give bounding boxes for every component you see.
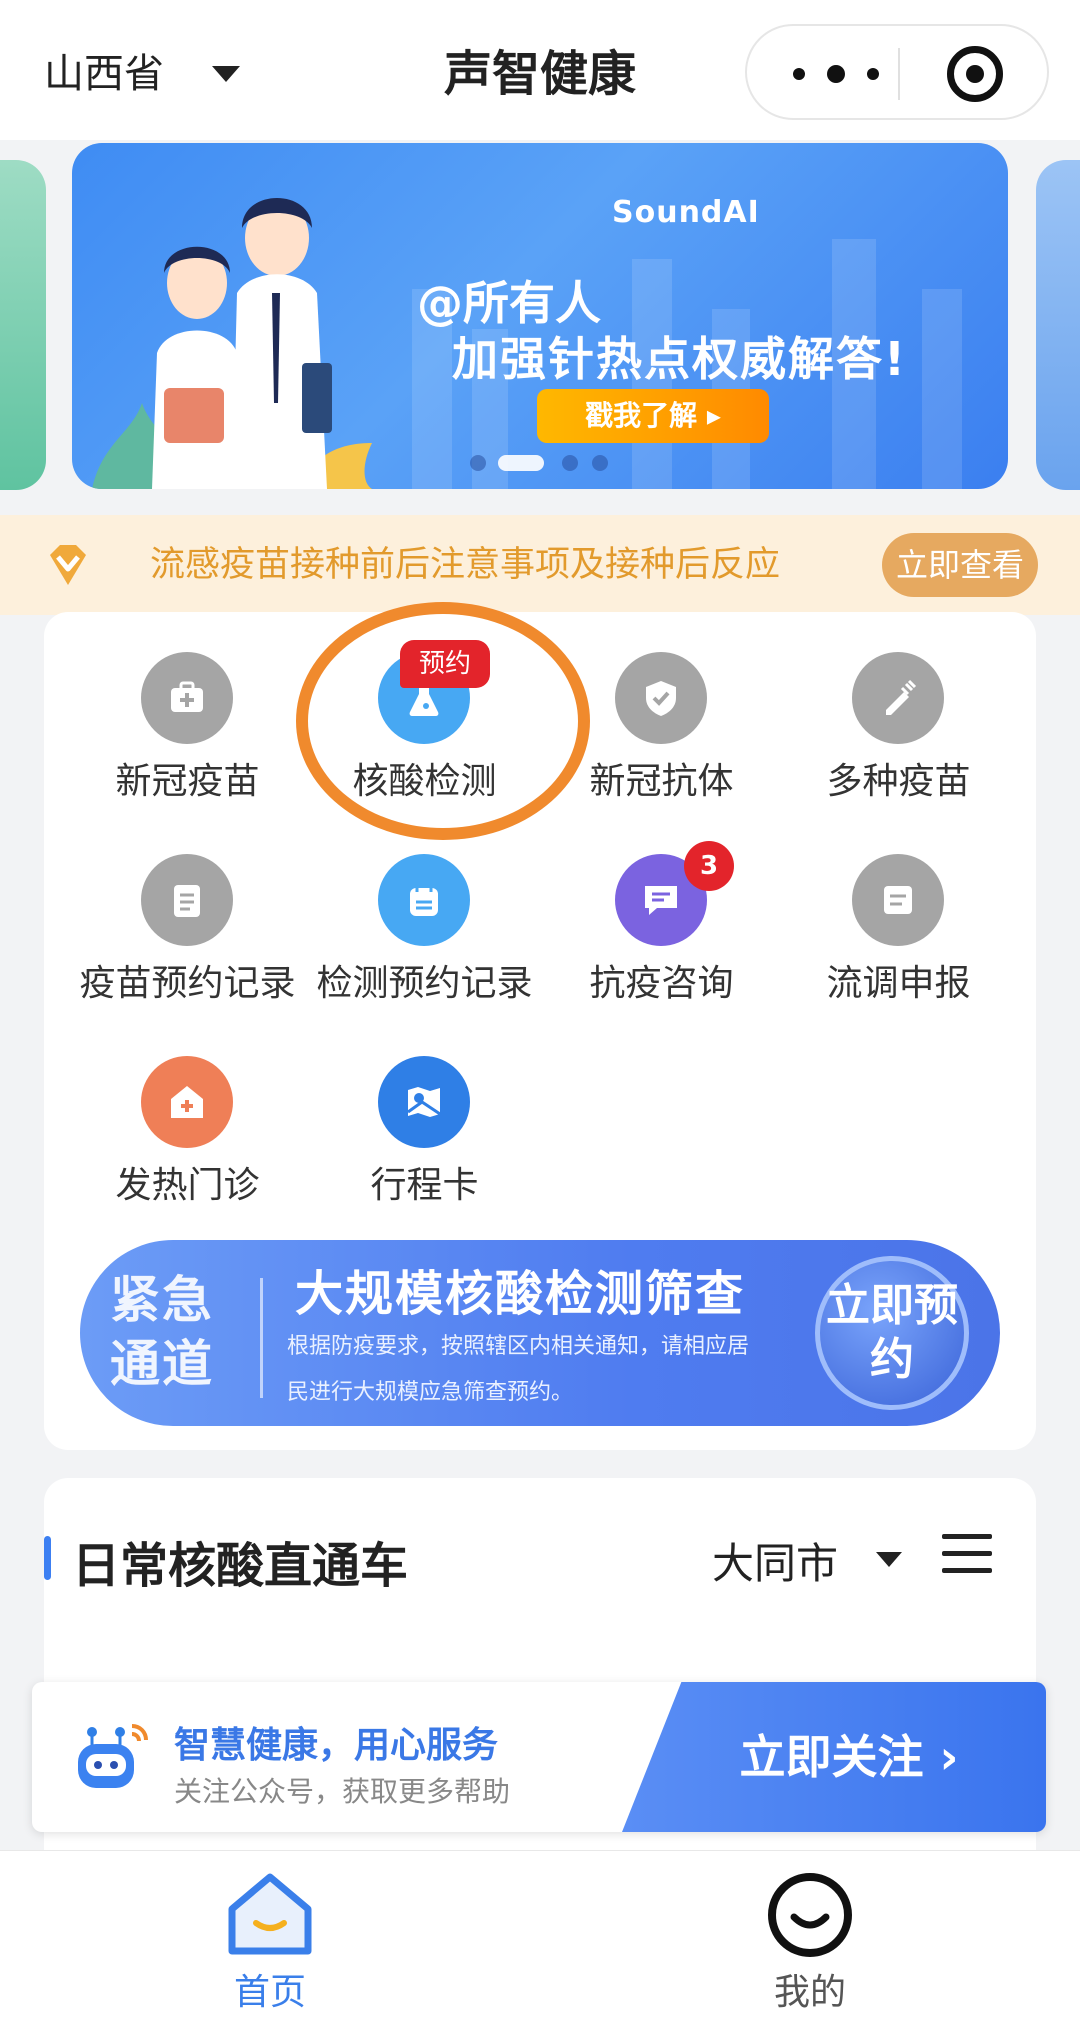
service-label: 新冠抗体 xyxy=(589,761,734,802)
clipboard-icon xyxy=(141,854,233,946)
service-label: 行程卡 xyxy=(370,1165,479,1206)
service-label: 检测预约记录 xyxy=(316,963,533,1004)
home-icon xyxy=(228,1873,312,1955)
follow-now-button[interactable]: 立即关注 › xyxy=(622,1682,1046,1832)
service-nucleic-test[interactable]: 核酸检测 xyxy=(306,612,543,802)
notice-text: 流感疫苗接种前后注意事项及接种后反应 xyxy=(150,545,781,585)
section-accent-bar xyxy=(44,1536,51,1580)
carousel-dot[interactable] xyxy=(562,455,578,471)
carousel-dot-active[interactable] xyxy=(498,455,544,471)
robot-mascot-icon xyxy=(78,1724,148,1788)
calendar-icon xyxy=(378,854,470,946)
menu-line xyxy=(942,1568,992,1573)
section-title: 日常核酸直通车 xyxy=(72,1538,409,1594)
syringe-icon xyxy=(852,652,944,744)
service-fever-clinic[interactable]: 发热门诊 xyxy=(69,1016,306,1206)
tab-home[interactable]: 首页 xyxy=(0,1851,540,2026)
banner-decor-bar xyxy=(922,289,962,489)
more-dot xyxy=(827,65,845,83)
more-dot xyxy=(867,68,879,80)
tab-mine[interactable]: 我的 xyxy=(540,1851,1080,2026)
divider xyxy=(260,1278,263,1398)
service-other-vaccines[interactable]: 多种疫苗 xyxy=(780,612,1017,802)
medical-kit-icon xyxy=(141,652,233,744)
list-menu-icon[interactable] xyxy=(942,1534,992,1574)
service-epi-report[interactable]: 流调申报 xyxy=(780,814,1017,1004)
bottom-tab-bar: 首页 我的 xyxy=(0,1850,1080,2026)
capsule-divider xyxy=(898,48,900,100)
tab-label: 我的 xyxy=(773,1972,846,2013)
service-travel-card[interactable]: 行程卡 xyxy=(306,1016,543,1206)
service-label: 发热门诊 xyxy=(115,1165,260,1206)
close-target-icon[interactable] xyxy=(947,46,1003,102)
banner-headline-2: 加强针热点权威解答! xyxy=(452,332,907,386)
hero-banner[interactable]: SoundAI @所有人 加强针热点权威解答! 戳我了解 ▸ xyxy=(72,143,1008,489)
banner-learn-more-button[interactable]: 戳我了解 ▸ xyxy=(537,389,769,443)
notice-bar[interactable]: 流感疫苗接种前后注意事项及接种后反应 立即查看 xyxy=(0,515,1080,615)
diamond-icon xyxy=(50,545,86,585)
smile-profile-icon xyxy=(768,1873,852,1957)
unread-count-badge: 3 xyxy=(684,841,734,891)
follow-title: 智慧健康，用心服务 xyxy=(174,1725,499,1766)
hospital-icon xyxy=(141,1056,233,1148)
mini-program-capsule xyxy=(745,24,1049,120)
city-selector[interactable]: 大同市 xyxy=(712,1530,838,1591)
more-icon[interactable] xyxy=(787,52,887,96)
service-consultation[interactable]: 抗疫咨询 xyxy=(543,814,780,1004)
banner-next-slide[interactable] xyxy=(1036,160,1080,490)
carousel-dot[interactable] xyxy=(592,455,608,471)
menu-line xyxy=(942,1534,992,1539)
emergency-channel-label: 紧急通道 xyxy=(110,1271,214,1393)
more-dot xyxy=(793,68,805,80)
banner-prev-slide[interactable] xyxy=(0,160,46,490)
emergency-screening-banner[interactable]: 紧急通道 大规模核酸检测筛查 根据防疫要求，按照辖区内相关通知，请相应居民进行大… xyxy=(80,1240,1000,1426)
form-icon xyxy=(852,854,944,946)
service-label: 多种疫苗 xyxy=(826,761,971,802)
doctors-illustration xyxy=(92,198,372,489)
service-vaccine-records[interactable]: 疫苗预约记录 xyxy=(69,814,306,1004)
emergency-title: 大规模核酸检测筛查 xyxy=(295,1266,746,1322)
top-bar: 山西省 声智健康 xyxy=(0,0,1080,140)
emergency-description: 根据防疫要求，按照辖区内相关通知，请相应居民进行大规模应急筛查预约。 xyxy=(287,1334,750,1405)
service-label: 疫苗预约记录 xyxy=(79,963,296,1004)
view-now-button[interactable]: 立即查看 xyxy=(882,533,1038,597)
shield-check-icon xyxy=(615,652,707,744)
map-card-icon xyxy=(378,1056,470,1148)
chevron-down-icon[interactable] xyxy=(876,1552,902,1567)
follow-subtitle: 关注公众号，获取更多帮助 xyxy=(174,1775,511,1808)
tab-label: 首页 xyxy=(233,1972,306,2013)
service-antibody[interactable]: 新冠抗体 xyxy=(543,612,780,802)
book-now-button[interactable]: 立即预约 xyxy=(815,1256,969,1410)
service-test-records[interactable]: 检测预约记录 xyxy=(306,814,543,1004)
service-label: 抗疫咨询 xyxy=(589,963,734,1004)
service-label: 新冠疫苗 xyxy=(115,761,260,802)
appointment-badge: 预约 xyxy=(400,640,490,688)
follow-account-banner: 智慧健康，用心服务 关注公众号，获取更多帮助 立即关注 › xyxy=(32,1682,1046,1832)
menu-line xyxy=(942,1551,992,1556)
service-covid-vaccine[interactable]: 新冠疫苗 xyxy=(69,612,306,802)
service-label: 流调申报 xyxy=(826,963,971,1004)
carousel-dot[interactable] xyxy=(470,455,486,471)
service-label: 核酸检测 xyxy=(352,761,497,802)
brand-logo: SoundAI xyxy=(612,195,760,230)
